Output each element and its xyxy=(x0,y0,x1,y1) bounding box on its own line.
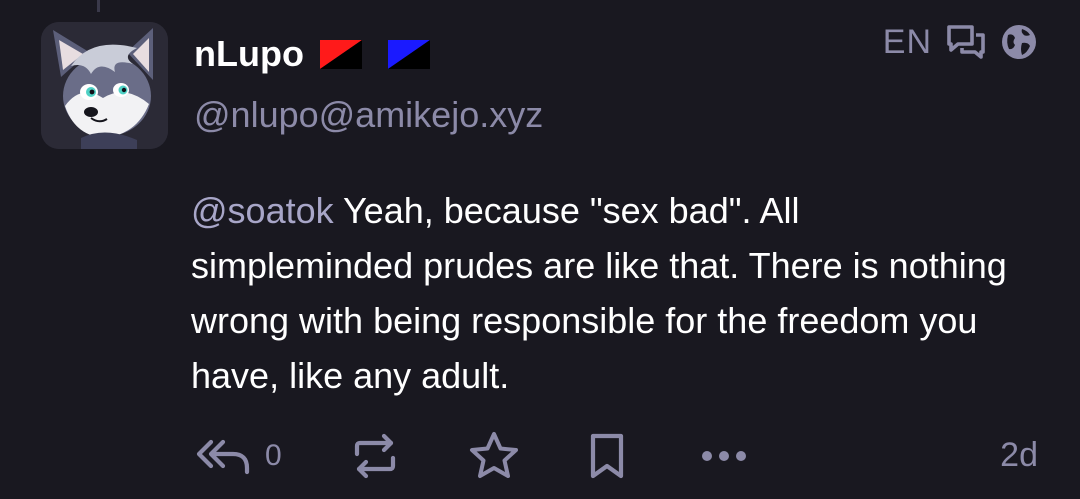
boost-icon xyxy=(351,432,399,480)
account-handle[interactable]: @nlupo@amikejo.xyz xyxy=(194,94,543,136)
author-row: nLupo xyxy=(194,30,430,78)
replies-icon xyxy=(946,24,986,60)
avatar[interactable] xyxy=(41,22,168,149)
display-name[interactable]: nLupo xyxy=(194,33,304,75)
public-globe-icon xyxy=(1000,23,1038,61)
reply-all-button[interactable]: 0 xyxy=(195,428,282,484)
red-black-flag-icon xyxy=(319,39,362,69)
favourite-button[interactable] xyxy=(467,428,521,484)
blue-black-flag-icon xyxy=(387,39,430,69)
more-icon xyxy=(701,449,747,463)
post-content: @soatok Yeah, because "sex bad". All sim… xyxy=(191,183,1031,403)
wolf-avatar-image xyxy=(41,22,168,149)
thread-line xyxy=(97,0,100,12)
reply-all-icon xyxy=(195,436,253,476)
post-meta: EN xyxy=(883,22,1038,62)
reply-count: 0 xyxy=(265,439,282,472)
language-badge: EN xyxy=(882,22,932,61)
more-options-button[interactable] xyxy=(701,428,747,484)
action-bar: 0 2d xyxy=(195,428,1045,484)
bookmark-icon xyxy=(589,432,625,480)
post-time[interactable]: 2d xyxy=(1000,436,1038,475)
mention-link[interactable]: @soatok xyxy=(191,190,334,231)
boost-button[interactable] xyxy=(351,428,399,484)
bookmark-button[interactable] xyxy=(589,428,625,484)
favourite-star-icon xyxy=(467,430,521,482)
